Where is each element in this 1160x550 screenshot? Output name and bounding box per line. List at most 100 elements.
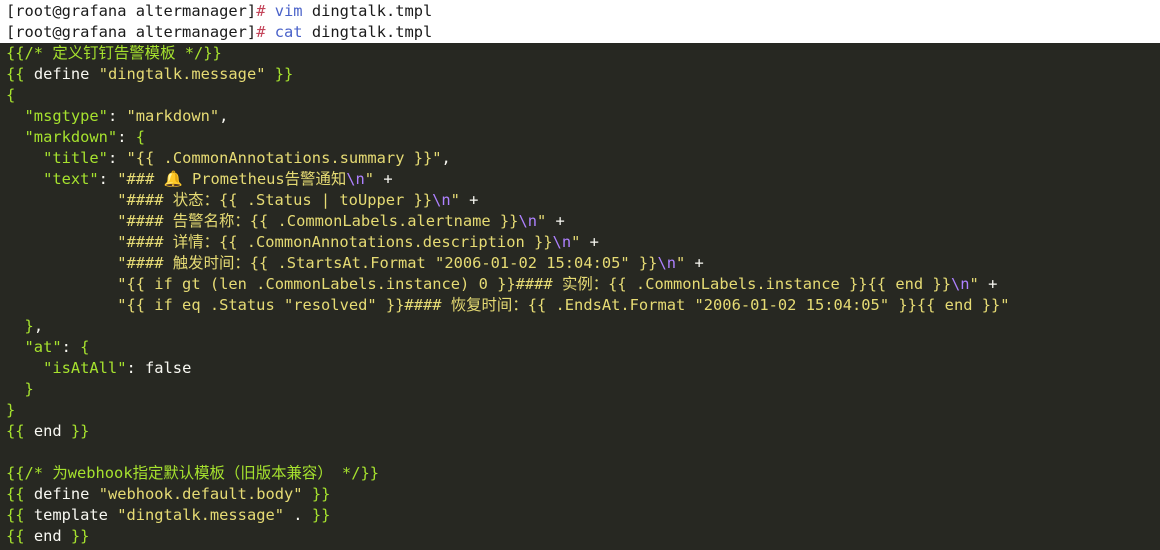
command-argument: dingtalk.tmpl [311, 23, 433, 41]
code-line: {{ define "dingtalk.message" }} [6, 64, 1160, 85]
code-token: \n [518, 212, 537, 230]
code-line: {{/* 定义钉钉告警模板 */}} [6, 43, 1160, 64]
code-token: {{/* 定义钉钉告警模板 */}} [6, 44, 222, 62]
code-line: "markdown": { [6, 127, 1160, 148]
code-token: " [537, 212, 547, 230]
code-token: "webhook.default.body" [98, 485, 303, 503]
code-token: : [98, 170, 118, 188]
terminal-window[interactable]: [root@grafana altermanager]# vim dingtal… [0, 0, 1160, 550]
code-token: "title" [6, 149, 108, 167]
code-token: " [450, 191, 460, 209]
code-token: "isAtAll" [6, 359, 127, 377]
code-token: + [546, 212, 565, 230]
code-token: { [6, 86, 16, 104]
code-token: }} [302, 485, 331, 503]
code-token: "#### 状态：{{ .Status | toUpper }} [6, 191, 433, 209]
command-history: [root@grafana altermanager]# vim dingtal… [0, 0, 1160, 43]
code-token: "dingtalk.message" [117, 506, 285, 524]
code-line: "title": "{{ .CommonAnnotations.summary … [6, 148, 1160, 169]
code-line: } [6, 379, 1160, 400]
code-token: }} [61, 422, 90, 440]
code-token: "text" [6, 170, 99, 188]
code-token: define [33, 65, 99, 83]
code-token: end [33, 422, 62, 440]
code-token: {{ [6, 65, 34, 83]
code-token: \n [950, 275, 970, 293]
code-line: "msgtype": "markdown", [6, 106, 1160, 127]
code-line: {{ end }} [6, 526, 1160, 547]
code-token: { [135, 128, 146, 146]
code-token: } [6, 401, 16, 419]
code-line: "text": "### 🔔 Prometheus告警通知\n" + [6, 169, 1160, 190]
code-line: "#### 触发时间：{{ .StartsAt.Format "2006-01-… [6, 253, 1160, 274]
code-token: "{{ .CommonAnnotations.summary }}" [126, 149, 442, 167]
code-line: "at": { [6, 337, 1160, 358]
code-token: " [571, 233, 581, 251]
code-token: , [441, 149, 451, 167]
file-output: {{/* 定义钉钉告警模板 */}}{{ define "dingtalk.me… [0, 43, 1160, 550]
code-token: + [685, 254, 704, 272]
code-token: "msgtype" [6, 107, 108, 125]
code-token: + [374, 170, 393, 188]
code-line: {{ define "webhook.default.body" }} [6, 484, 1160, 505]
code-line: { [6, 85, 1160, 106]
code-line: "#### 状态：{{ .Status | toUpper }}\n" + [6, 190, 1160, 211]
code-token: \n [346, 170, 365, 188]
code-token: "{{ if gt (len .CommonLabels.instance) 0… [6, 275, 951, 293]
code-token: "#### 详情：{{ .CommonAnnotations.descripti… [6, 233, 553, 251]
code-token: }} [265, 65, 294, 83]
code-token: define [33, 485, 99, 503]
shell-prompt: [root@grafana altermanager] [6, 2, 257, 20]
code-token: "dingtalk.message" [98, 65, 266, 83]
code-token: \n [432, 191, 451, 209]
code-line: {{/* 为webhook指定默认模板（旧版本兼容） */}} [6, 463, 1160, 484]
code-line: {{ end }} [6, 421, 1160, 442]
code-token: \n [657, 254, 676, 272]
code-token: {{/* 为webhook指定默认模板（旧版本兼容） */}} [6, 464, 379, 482]
prompt-line: [root@grafana altermanager]# vim dingtal… [6, 1, 1160, 22]
code-line: "#### 告警名称：{{ .CommonLabels.alertname }}… [6, 211, 1160, 232]
code-token: "### [117, 170, 164, 188]
command-argument: dingtalk.tmpl [311, 2, 433, 20]
code-token: {{ [6, 506, 34, 524]
code-token: }} [61, 527, 90, 545]
prompt-line: [root@grafana altermanager]# cat dingtal… [6, 22, 1160, 43]
code-token: {{ [6, 527, 34, 545]
code-token: "markdown" [6, 128, 118, 146]
code-token: " [969, 275, 979, 293]
code-token: + [580, 233, 599, 251]
code-token: "#### 触发时间：{{ .StartsAt.Format "2006-01-… [6, 254, 658, 272]
code-token: : [107, 149, 127, 167]
prompt-hash: # [256, 2, 266, 20]
code-token: : [107, 107, 127, 125]
code-line: "{{ if gt (len .CommonLabels.instance) 0… [6, 274, 1160, 295]
code-line: } [6, 400, 1160, 421]
code-token: + [459, 191, 479, 209]
bell-icon: 🔔 [163, 170, 183, 188]
code-line: "isAtAll": false [6, 358, 1160, 379]
code-token: } [6, 317, 34, 335]
code-line: "#### 详情：{{ .CommonAnnotations.descripti… [6, 232, 1160, 253]
code-token: "markdown" [126, 107, 220, 125]
code-token: { [80, 338, 90, 356]
code-token: + [978, 275, 998, 293]
prompt-hash: # [256, 23, 266, 41]
code-token: \n [552, 233, 572, 251]
code-token: end [33, 527, 62, 545]
code-token: {{ [6, 422, 34, 440]
code-token: " [676, 254, 686, 272]
shell-prompt: [root@grafana altermanager] [6, 23, 257, 41]
code-line: {{ template "dingtalk.message" . }} [6, 505, 1160, 526]
code-token: "#### 告警名称：{{ .CommonLabels.alertname }} [6, 212, 519, 230]
code-token: : [117, 128, 136, 146]
code-token: } [6, 380, 34, 398]
code-token: , [33, 317, 44, 335]
code-token: "{{ if eq .Status "resolved" }}#### 恢复时间… [6, 296, 1010, 314]
code-token: "at" [6, 338, 62, 356]
code-token: , [219, 107, 229, 125]
code-line: "{{ if eq .Status "resolved" }}#### 恢复时间… [6, 295, 1160, 316]
code-token: Prometheus告警通知 [182, 170, 347, 188]
code-line: }, [6, 316, 1160, 337]
code-token: template [33, 506, 118, 524]
